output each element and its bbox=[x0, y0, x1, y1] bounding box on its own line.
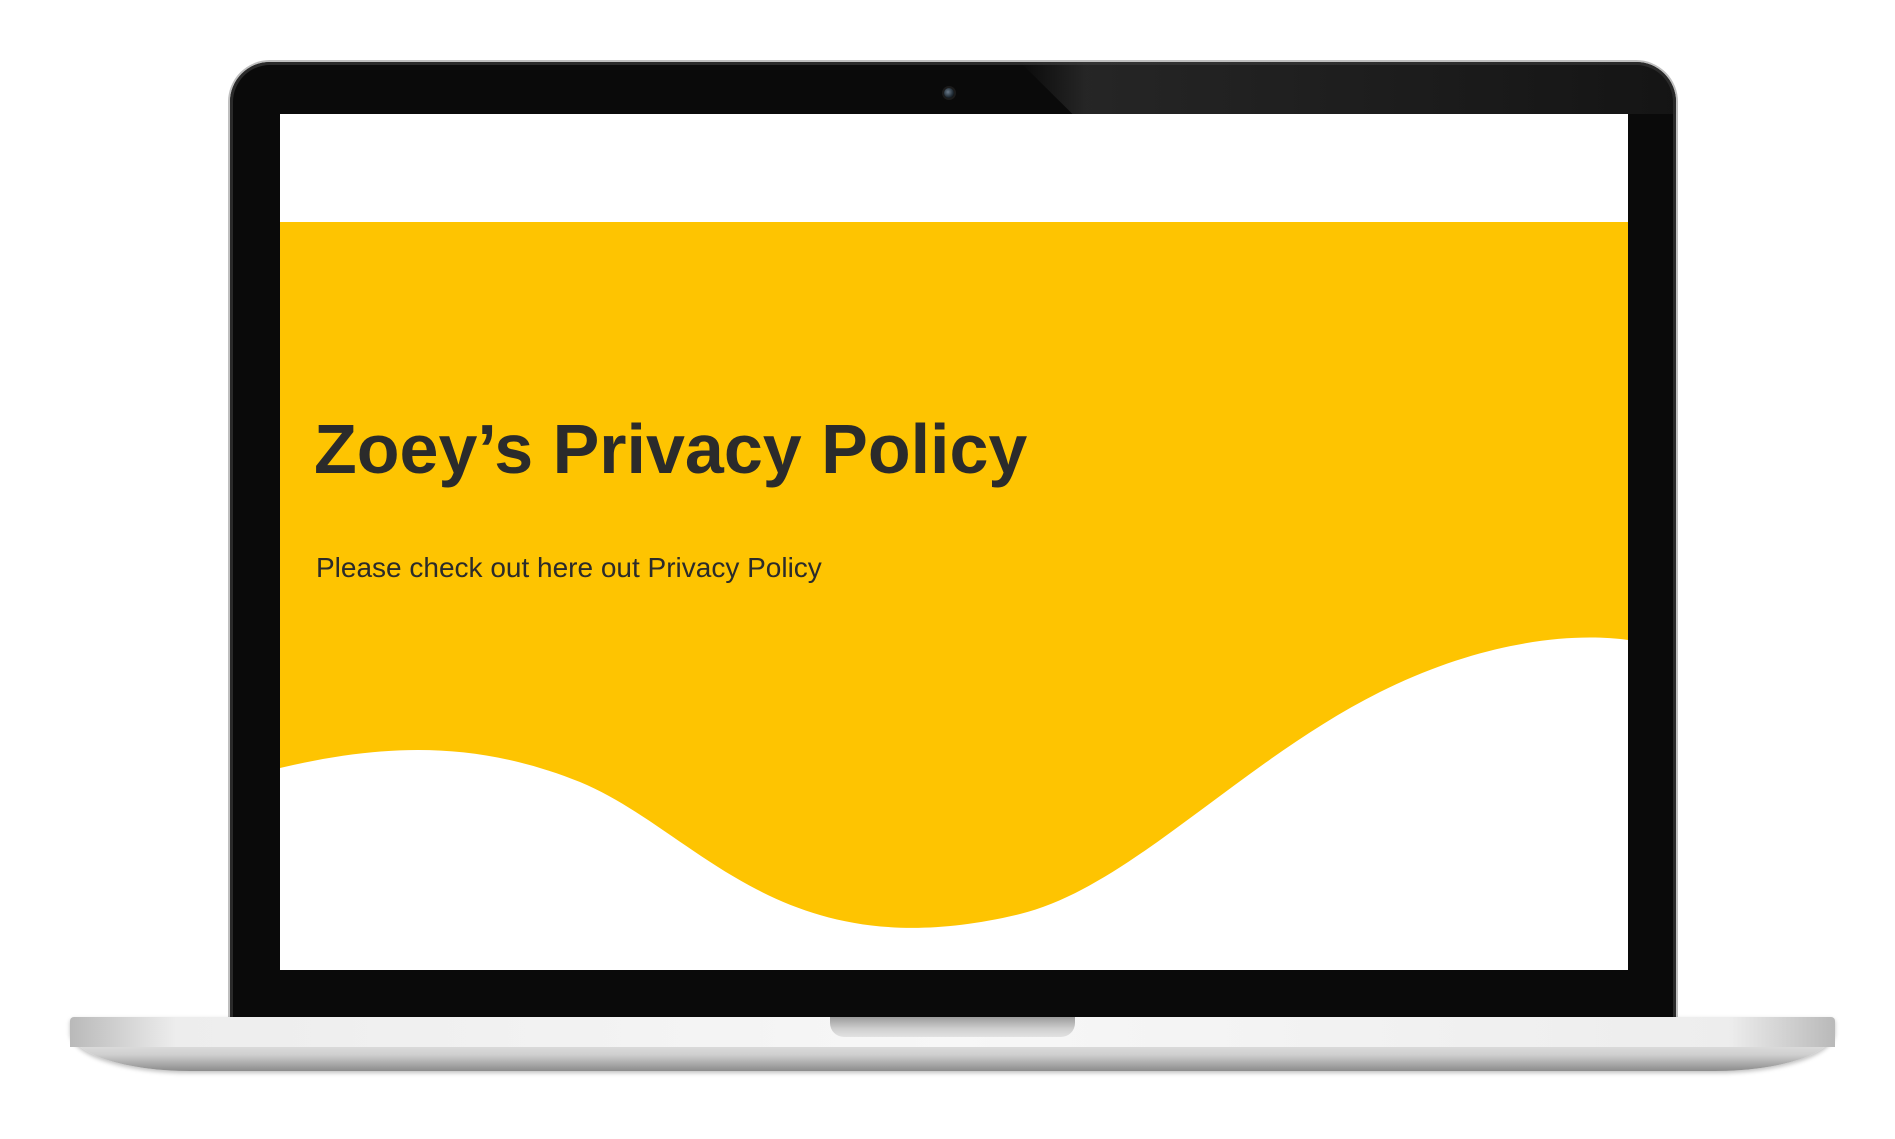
base-notch bbox=[830, 1017, 1075, 1037]
page-subtitle: Please check out here out Privacy Policy bbox=[316, 552, 822, 583]
laptop-screen: Zoey’s Privacy Policy Please check out h… bbox=[280, 114, 1628, 970]
camera-icon bbox=[944, 88, 954, 98]
laptop-mockup: Zoey’s Privacy Policy Please check out h… bbox=[0, 0, 1895, 1139]
laptop-base bbox=[70, 1017, 1835, 1071]
page-title: Zoey’s Privacy Policy bbox=[314, 410, 1028, 488]
bezel-glare bbox=[1020, 62, 1676, 114]
wave-shape bbox=[280, 637, 1628, 970]
hero-section: Zoey’s Privacy Policy Please check out h… bbox=[280, 222, 1628, 970]
